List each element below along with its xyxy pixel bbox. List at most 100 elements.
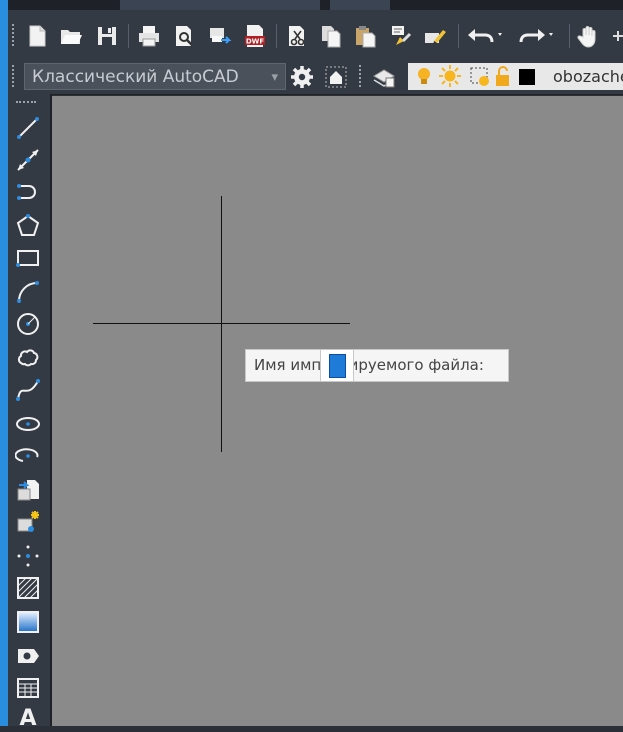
layer-state-icons [418, 65, 535, 87]
new-file-button[interactable] [22, 22, 52, 50]
spline-icon [16, 379, 40, 401]
insert-block-tool[interactable] [13, 476, 43, 504]
dwf-export-button[interactable]: DWF [240, 22, 270, 50]
polyline-icon [17, 184, 36, 200]
polygon-icon [16, 214, 40, 236]
polyline-tool[interactable] [13, 178, 43, 206]
toolbar-grip[interactable] [12, 24, 18, 46]
rectangle-tool[interactable] [13, 244, 43, 272]
undo-button[interactable] [462, 22, 508, 50]
gradient-tool[interactable] [13, 608, 43, 636]
circle-icon [17, 313, 39, 335]
copy-icon [322, 26, 341, 48]
toolbar-grip[interactable] [12, 65, 18, 87]
paste-icon [356, 26, 376, 48]
toolbar-separator [458, 24, 459, 48]
construction-line-icon [17, 149, 39, 171]
open-button[interactable] [56, 22, 86, 50]
cut-button[interactable] [282, 22, 312, 50]
unlock-icon [496, 66, 509, 86]
gradient-icon [17, 611, 39, 633]
workspace-home-icon [325, 66, 347, 87]
sun-thaw-icon [439, 65, 461, 87]
polygon-tool[interactable] [13, 212, 43, 240]
print-preview-button[interactable] [169, 22, 199, 50]
multiline-text-tool[interactable]: A [13, 704, 43, 732]
viewport-freeze-icon [470, 67, 489, 86]
window-edge-accent [0, 0, 8, 726]
gear-icon [291, 65, 313, 88]
match-properties-button[interactable] [386, 22, 416, 50]
pan-button[interactable] [574, 22, 604, 50]
workspace-save-button[interactable] [322, 63, 350, 90]
spline-tool[interactable] [13, 376, 43, 404]
match-properties-icon [392, 26, 412, 45]
document-tab[interactable] [120, 0, 320, 10]
point-tool[interactable] [13, 542, 43, 570]
document-tab[interactable] [330, 0, 390, 10]
input-cursor [329, 354, 346, 378]
line-tool[interactable] [13, 114, 43, 142]
paste-button[interactable] [350, 22, 380, 50]
layer-properties-icon [373, 68, 395, 87]
toolbar-separator [569, 24, 570, 48]
print-preview-icon [176, 26, 193, 46]
revision-cloud-tool[interactable] [13, 344, 43, 372]
hatch-tool[interactable] [13, 574, 43, 602]
lightbulb-on-icon [418, 68, 430, 84]
print-button[interactable] [134, 22, 164, 50]
construction-line-tool[interactable] [13, 146, 43, 174]
point-icon [17, 545, 39, 567]
zoom-realtime-button[interactable] [608, 22, 623, 50]
print-icon [139, 26, 159, 47]
redo-button[interactable] [513, 22, 559, 50]
make-block-tool[interactable] [13, 508, 43, 536]
publish-button[interactable] [204, 22, 234, 50]
region-tool[interactable] [13, 642, 43, 670]
publish-icon [210, 28, 232, 44]
table-tool[interactable] [13, 674, 43, 702]
open-folder-icon [61, 30, 82, 44]
ellipse-arc-tool[interactable] [13, 442, 43, 470]
workspace-select[interactable]: Классический AutoCAD ▾ [24, 63, 286, 90]
crosshair-horizontal [93, 323, 350, 324]
toolbar-grip[interactable] [359, 65, 365, 87]
workspace-toolbar: Классический AutoCAD ▾ obozache [8, 60, 623, 95]
revision-cloud-icon [17, 349, 39, 367]
arc-icon [17, 281, 39, 303]
redo-icon [519, 29, 553, 43]
toolbar-grip[interactable] [16, 101, 36, 107]
dynamic-input-prompt: Имя импортируемого файла: [245, 349, 509, 382]
workspace-value: Классический AutoCAD [32, 67, 239, 87]
ellipse-icon [16, 417, 40, 431]
edit-button[interactable] [420, 22, 450, 50]
workspace-settings-button[interactable] [288, 63, 316, 90]
drawing-canvas[interactable]: Имя импортируемого файла: [52, 96, 623, 726]
pan-hand-icon [577, 26, 596, 48]
circle-tool[interactable] [13, 310, 43, 338]
edit-icon [425, 30, 446, 45]
new-file-icon [29, 25, 46, 47]
layer-name: obozache [553, 67, 623, 86]
toolbar-separator [128, 24, 129, 48]
rectangle-icon [16, 250, 39, 267]
hatch-icon [17, 577, 39, 599]
layer-properties-button[interactable] [370, 63, 398, 90]
layer-select[interactable]: obozache [408, 63, 623, 90]
region-icon [18, 649, 39, 663]
ellipse-arc-icon [15, 448, 39, 462]
chevron-down-icon: ▾ [271, 70, 278, 85]
undo-icon [468, 29, 502, 43]
arc-tool[interactable] [13, 278, 43, 306]
ellipse-tool[interactable] [13, 410, 43, 438]
prompt-label: Имя импортируемого файла: [254, 356, 484, 374]
document-tabs-strip [8, 0, 623, 10]
save-button[interactable] [92, 22, 122, 50]
make-block-icon [17, 511, 39, 532]
dwf-label: DWF [246, 38, 265, 46]
dynamic-input-field[interactable] [320, 349, 354, 382]
save-icon [98, 27, 116, 45]
copy-button[interactable] [316, 22, 346, 50]
dwf-icon: DWF [245, 25, 265, 47]
cut-icon [289, 26, 305, 46]
